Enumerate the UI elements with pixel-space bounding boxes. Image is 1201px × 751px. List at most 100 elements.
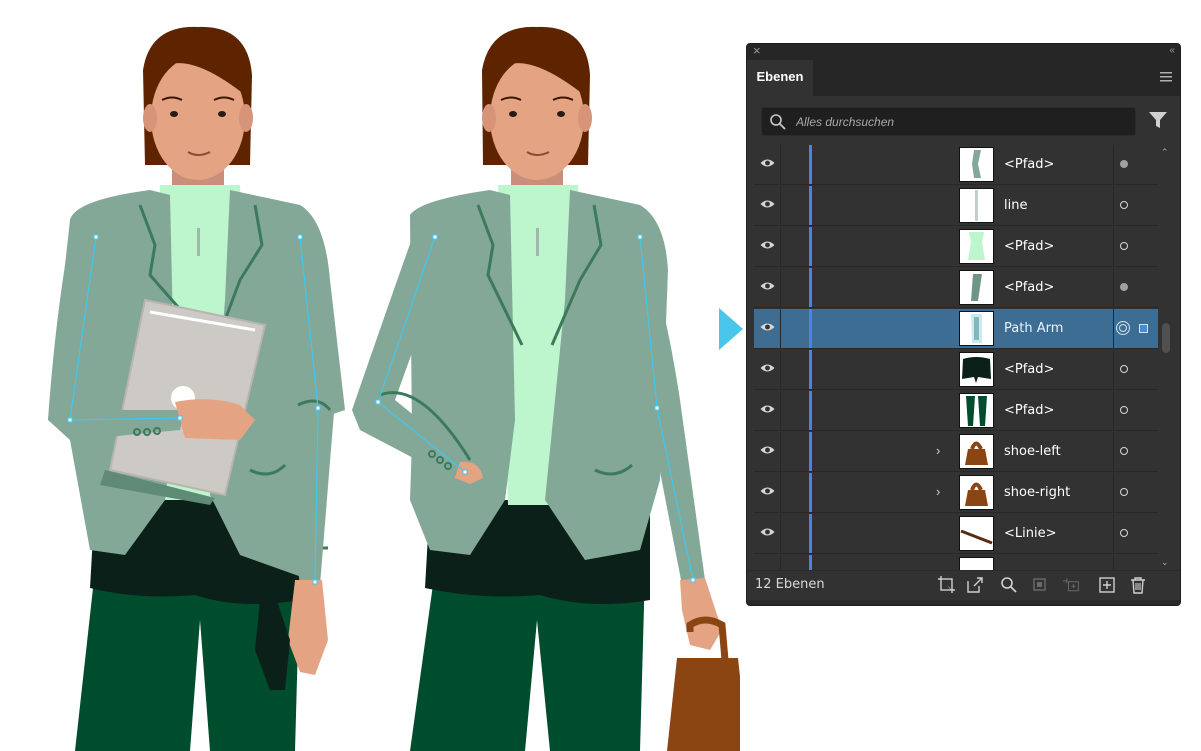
eye-icon[interactable] bbox=[760, 199, 775, 209]
target-circle-icon[interactable] bbox=[1120, 242, 1128, 250]
layer-color-bar bbox=[809, 268, 812, 307]
lock-column-divider bbox=[780, 555, 781, 570]
target-circle-icon[interactable] bbox=[1120, 447, 1128, 455]
layer-row[interactable]: <Pfad> bbox=[754, 268, 1158, 308]
eye-icon[interactable] bbox=[760, 527, 775, 537]
target-circle-icon[interactable] bbox=[1120, 160, 1128, 168]
target-column-divider bbox=[1113, 350, 1114, 389]
eye-icon[interactable] bbox=[760, 240, 775, 250]
target-column-divider bbox=[1113, 145, 1114, 184]
filter-icon[interactable] bbox=[1149, 111, 1167, 129]
panel-titlebar: × ‹‹ bbox=[747, 44, 1180, 60]
layer-color-bar bbox=[809, 555, 812, 570]
panel-resize-grip[interactable] bbox=[747, 600, 1180, 605]
layer-name[interactable]: <Pfad> bbox=[1004, 145, 1054, 185]
target-circle-icon[interactable] bbox=[1120, 529, 1128, 537]
eye-icon[interactable] bbox=[760, 281, 775, 291]
close-icon[interactable]: × bbox=[753, 44, 761, 59]
layer-color-bar bbox=[809, 514, 812, 553]
layer-row[interactable]: line bbox=[754, 186, 1158, 226]
lock-column-divider bbox=[780, 145, 781, 184]
layer-row[interactable]: <Linie> bbox=[754, 514, 1158, 554]
search-input[interactable] bbox=[796, 108, 1126, 135]
layer-name[interactable]: Path Arm bbox=[1004, 309, 1063, 349]
target-column-divider bbox=[1113, 555, 1114, 570]
panel-tabbar: Ebenen bbox=[747, 60, 1180, 97]
target-circle-icon[interactable] bbox=[1120, 488, 1128, 496]
lock-column-divider bbox=[780, 432, 781, 471]
layer-thumbnail bbox=[959, 147, 994, 182]
lock-column-divider bbox=[780, 186, 781, 225]
target-circle-icon[interactable] bbox=[1120, 365, 1128, 373]
eye-icon[interactable] bbox=[760, 363, 775, 373]
layer-name[interactable]: shoe-right bbox=[1004, 473, 1070, 513]
layer-color-bar bbox=[809, 186, 812, 225]
collect-for-export-icon[interactable] bbox=[938, 576, 956, 594]
layer-row[interactable]: <Pfad> bbox=[754, 391, 1158, 431]
layer-name[interactable]: line bbox=[1004, 186, 1027, 226]
layer-name[interactable]: shoe-left bbox=[1004, 432, 1061, 472]
new-sublayer-icon[interactable] bbox=[1062, 576, 1080, 594]
target-column-divider bbox=[1113, 268, 1114, 307]
layer-thumbnail bbox=[959, 270, 994, 305]
lock-column-divider bbox=[780, 473, 781, 512]
target-column-divider bbox=[1113, 391, 1114, 430]
selection-indicator-square[interactable] bbox=[1139, 324, 1148, 333]
layer-row[interactable]: › shoe-right bbox=[754, 473, 1158, 513]
layer-thumbnail bbox=[959, 434, 994, 469]
layer-color-bar bbox=[809, 309, 812, 348]
scroll-up-icon[interactable]: ⌃ bbox=[1161, 147, 1169, 158]
layer-search-box bbox=[761, 107, 1136, 136]
eye-icon[interactable] bbox=[760, 322, 775, 332]
clipping-mask-icon[interactable] bbox=[1031, 576, 1049, 594]
layer-thumbnail bbox=[959, 352, 994, 387]
artboard-illustration bbox=[48, 26, 740, 751]
layer-color-bar bbox=[809, 473, 812, 512]
expand-chevron-icon[interactable]: › bbox=[936, 443, 940, 458]
lock-column-divider bbox=[780, 350, 781, 389]
tab-ebenen[interactable]: Ebenen bbox=[747, 60, 813, 97]
scroll-down-icon[interactable]: ⌄ bbox=[1161, 557, 1169, 568]
eye-icon[interactable] bbox=[760, 404, 775, 414]
layer-color-bar bbox=[809, 432, 812, 471]
layer-row[interactable]: <Pfad> bbox=[754, 145, 1158, 185]
layer-row-partial[interactable] bbox=[754, 555, 1158, 570]
layer-row[interactable]: <Pfad> bbox=[754, 350, 1158, 390]
collapse-panel-icon[interactable]: ‹‹ bbox=[1169, 44, 1175, 59]
target-circle-icon[interactable] bbox=[1120, 283, 1128, 291]
lock-column-divider bbox=[780, 309, 781, 348]
layer-row[interactable]: › shoe-left bbox=[754, 432, 1158, 472]
eye-icon[interactable] bbox=[760, 486, 775, 496]
layer-list: <Pfad> line <Pfad> <Pfad> Path Arm <Pfad> <Pfa… bbox=[754, 145, 1158, 570]
eye-icon[interactable] bbox=[760, 445, 775, 455]
layer-thumbnail bbox=[959, 516, 994, 551]
layer-row[interactable]: Path Arm bbox=[754, 309, 1158, 349]
target-column-divider bbox=[1113, 309, 1114, 348]
new-layer-icon[interactable] bbox=[1098, 576, 1116, 594]
selection-pointer-arrow-icon bbox=[719, 308, 743, 350]
layer-color-bar bbox=[809, 145, 812, 184]
layer-list-scrollbar[interactable]: ⌃ ⌄ bbox=[1159, 145, 1173, 570]
expand-chevron-icon[interactable]: › bbox=[936, 484, 940, 499]
trash-icon[interactable] bbox=[1129, 576, 1147, 594]
layers-panel: × ‹‹ Ebenen <Pfad>line<Pfad><Pfad>Path A… bbox=[746, 43, 1181, 606]
scroll-thumb[interactable] bbox=[1162, 323, 1170, 353]
panel-menu-icon[interactable] bbox=[1160, 72, 1172, 82]
layer-name[interactable]: <Pfad> bbox=[1004, 227, 1054, 267]
target-circle-icon[interactable] bbox=[1120, 201, 1128, 209]
target-circle-icon[interactable] bbox=[1120, 406, 1128, 414]
target-column-divider bbox=[1113, 514, 1114, 553]
export-icon[interactable] bbox=[966, 576, 984, 594]
layer-name[interactable]: <Linie> bbox=[1004, 514, 1057, 554]
layer-row[interactable]: <Pfad> bbox=[754, 227, 1158, 267]
lock-column-divider bbox=[780, 227, 781, 266]
search-icon bbox=[770, 114, 786, 130]
layer-name[interactable]: <Pfad> bbox=[1004, 350, 1054, 390]
lock-column-divider bbox=[780, 391, 781, 430]
locate-object-icon[interactable] bbox=[1000, 576, 1018, 594]
lock-column-divider bbox=[780, 514, 781, 553]
target-circle-icon[interactable] bbox=[1116, 321, 1130, 335]
layer-name[interactable]: <Pfad> bbox=[1004, 268, 1054, 308]
eye-icon[interactable] bbox=[760, 158, 775, 168]
layer-name[interactable]: <Pfad> bbox=[1004, 391, 1054, 431]
